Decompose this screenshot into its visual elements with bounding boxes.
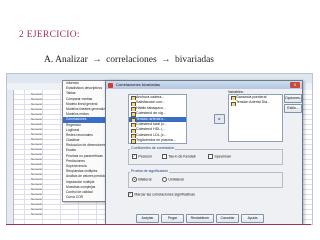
checkbox-checked-icon	[132, 153, 138, 160]
instruction-bullet: A. Analizar → correlaciones → bivariadas	[44, 55, 214, 65]
spearman-checkbox[interactable]: Spearman	[208, 154, 231, 160]
variable-label: Anchura cadera...	[136, 95, 165, 99]
menu-item-label: Escala	[66, 148, 76, 153]
source-variable-item[interactable]: Triglicéridos en plasma...	[129, 138, 186, 144]
variable-label: Triglicéridos en plasma...	[136, 138, 176, 143]
menu-item-label: Clasificar	[66, 138, 80, 143]
unilateral-label: Unilateral	[168, 177, 184, 182]
radio-selected-icon	[132, 177, 138, 183]
variable-label: Satisfaccion con...	[136, 100, 166, 105]
flag-significant-label: Marcar las correlaciones significativas	[134, 192, 195, 197]
pearson-label: Pearson	[138, 154, 152, 159]
target-variable-item[interactable]: Tensión Arterial Dia...	[229, 100, 282, 106]
menu-item-label: Correlaciones	[66, 117, 87, 122]
menu-item-label: Control de calidad	[66, 189, 93, 194]
bilateral-radio[interactable]: Bilateral	[132, 177, 152, 183]
unilateral-radio[interactable]: Unilateral	[162, 177, 184, 183]
move-variable-button[interactable]: ▸	[214, 114, 225, 124]
menu-item-label: Modelos mixtos	[66, 112, 89, 117]
paste-button[interactable]: Pegar	[161, 214, 184, 223]
variable-label: Ganancia ponderal	[236, 95, 267, 99]
grid-type-column: Numeric Numeric Numeric Numeric Numeric Numer…	[31, 92, 42, 217]
target-variable-list[interactable]: Ganancia ponderal Tensión Arterial Dia...	[228, 94, 283, 142]
kendall-checkbox[interactable]: Tau-b de Kendall	[162, 154, 196, 160]
menu-item-label: Predicciones	[66, 158, 85, 163]
checkbox-empty-icon	[162, 154, 168, 160]
variable-label: Hábito tabaquico...	[136, 105, 166, 110]
menu-item-label: Muestras complejas	[66, 184, 96, 189]
style-button[interactable]: Estilo...	[284, 104, 302, 113]
close-button[interactable]: X	[290, 82, 300, 88]
bilateral-label: Bilateral	[138, 177, 152, 182]
menu-item-label: Análisis de valores perdidos	[66, 174, 108, 179]
bivariate-correlations-dialog: Correlaciones bivariadas X Anchura cader…	[105, 80, 303, 224]
bullet-prefix: A.	[44, 55, 54, 65]
scale-variable-icon	[230, 101, 236, 106]
ok-button[interactable]: Aceptar	[136, 214, 159, 223]
menu-item-label: Comparar medias	[66, 96, 93, 101]
significance-group-title: Prueba de significación	[130, 169, 170, 173]
menu-item-label: Regresión	[66, 122, 82, 127]
menu-item-label: Imputación múltiple	[66, 179, 95, 184]
menu-item-label: Estadísticos descriptivos	[66, 86, 103, 91]
spss-icon	[108, 82, 113, 88]
menu-item-label: Redes neuronales	[66, 132, 93, 137]
menu-item-label: Curva COR	[66, 195, 84, 200]
menu-item-label: Loglineal	[66, 127, 80, 132]
radio-empty-icon	[162, 177, 168, 183]
spearman-label: Spearman	[214, 154, 231, 159]
scale-variable-icon	[130, 139, 136, 144]
arrow-icon: →	[92, 55, 102, 65]
checkbox-empty-icon	[208, 154, 214, 160]
variable-label: Tensión arterial s...	[136, 116, 167, 121]
row-header	[7, 90, 14, 224]
slide-title: 2 EJERCICIO:	[19, 30, 80, 40]
checkbox-checked-icon	[128, 191, 134, 198]
menu-item-label: Respuestas múltiples	[66, 169, 98, 174]
cancel-button[interactable]: Cancelar	[216, 214, 239, 223]
coefficients-group-title: Coeficientes de correlación	[130, 146, 176, 150]
menu-item-label: Pruebas no paramétricas	[66, 153, 103, 158]
menu-item-label: Modelo lineal general	[66, 101, 98, 106]
footer-divider	[6, 224, 311, 225]
pearson-checkbox[interactable]: Pearson	[132, 153, 152, 160]
source-variable-list[interactable]: Anchura cadera... Satisfaccion con... Hábi…	[128, 94, 187, 144]
variable-label: Colesterol de cig...	[136, 111, 166, 116]
dialog-titlebar: Correlaciones bivariadas X	[106, 81, 302, 89]
kendall-label: Tau-b de Kendall	[168, 154, 196, 159]
menu-item-label: Tablas	[66, 91, 76, 96]
variable-label: Colesterol LDL (c...	[136, 132, 167, 137]
arrow-icon: →	[161, 55, 171, 65]
reset-button[interactable]: Restablecer	[186, 214, 214, 223]
help-button[interactable]: Ayuda	[241, 214, 264, 223]
variable-label: Colesterol total (c...	[136, 121, 167, 126]
bullet-step-analyze: Analizar	[55, 55, 88, 65]
menu-item-label: Informes	[66, 81, 79, 85]
variable-label: Colesterol HDL (...	[136, 127, 166, 132]
menu-item-label: Reducción de dimensiones	[66, 143, 106, 148]
variable-label: Tensión Arterial Dia...	[236, 100, 270, 105]
dialog-title: Correlaciones bivariadas	[116, 82, 161, 87]
bullet-step-correlations: correlaciones	[106, 55, 157, 65]
flag-significant-checkbox[interactable]: Marcar las correlaciones significativas	[128, 191, 195, 198]
grid-cell[interactable]: Numeric	[31, 212, 42, 217]
menu-item-label: Supervivencia	[66, 164, 87, 168]
spss-screenshot: Numeric Numeric Numeric Numeric Numeric Numer…	[6, 73, 313, 225]
options-button[interactable]: Opciones...	[284, 94, 303, 103]
bullet-step-bivariate: bivariadas	[174, 55, 214, 65]
